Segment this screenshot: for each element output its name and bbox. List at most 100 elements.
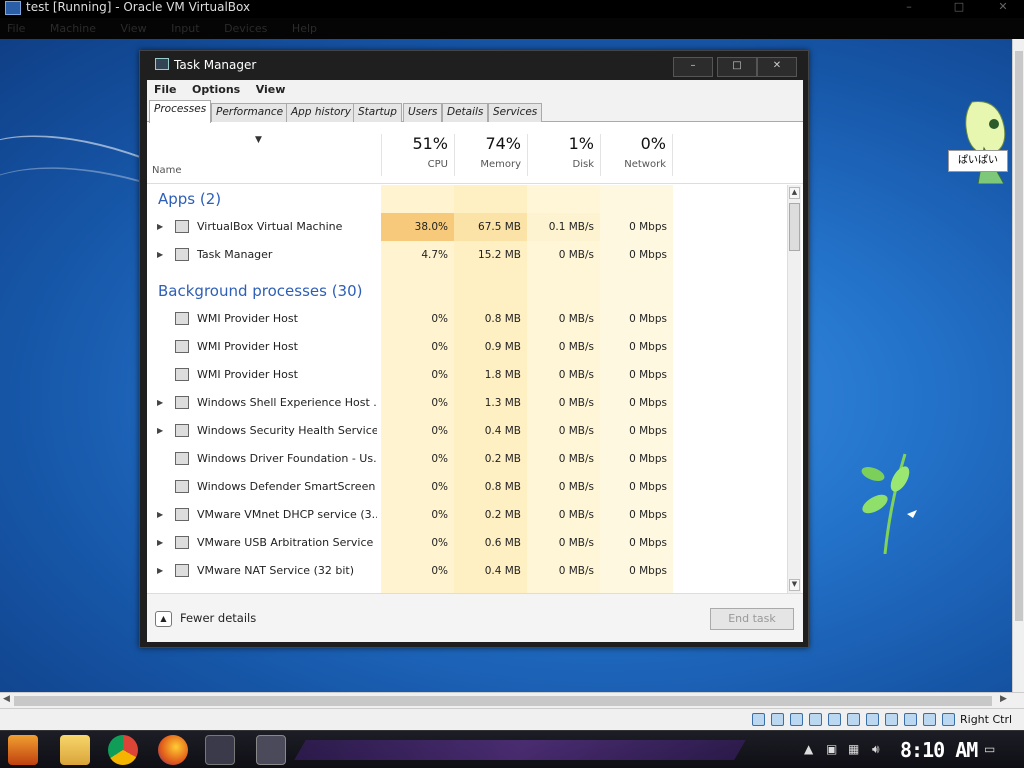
maximize-button[interactable]: □ bbox=[717, 57, 757, 77]
menu-options[interactable]: Options bbox=[192, 83, 240, 96]
process-disk: 0 MB/s bbox=[558, 565, 594, 577]
network-icon[interactable] bbox=[809, 713, 822, 726]
mouse-integration-icon[interactable] bbox=[942, 713, 955, 726]
expand-chevron-icon[interactable]: ▶ bbox=[157, 529, 163, 557]
scroll-down-icon[interactable]: ▼ bbox=[789, 579, 800, 591]
virtualbox-icon bbox=[5, 1, 21, 15]
fewer-details-label[interactable]: Fewer details bbox=[180, 611, 256, 625]
header-name[interactable]: Name bbox=[152, 165, 182, 176]
fewer-details-button[interactable]: ▲ bbox=[155, 611, 172, 627]
shared-folders-icon[interactable] bbox=[847, 713, 860, 726]
audio-icon[interactable] bbox=[790, 713, 803, 726]
sort-down-icon: ▼ bbox=[255, 135, 262, 145]
tab-strip: Processes Performance App history Startu… bbox=[147, 100, 803, 123]
header-disk[interactable]: 1% Disk bbox=[527, 134, 600, 176]
expand-chevron-icon[interactable]: ▶ bbox=[157, 417, 163, 445]
tab-app-history[interactable]: App history bbox=[286, 103, 356, 122]
display-icon[interactable] bbox=[866, 713, 879, 726]
scroll-right-icon[interactable]: ▶ bbox=[1000, 694, 1007, 704]
scroll-thumb[interactable] bbox=[1015, 51, 1023, 621]
header-network[interactable]: 0% Network bbox=[600, 134, 673, 176]
minimize-button[interactable]: – bbox=[673, 57, 713, 77]
expand-chevron-icon[interactable]: ▶ bbox=[157, 557, 163, 585]
network-total: 0% bbox=[640, 134, 666, 153]
process-row[interactable]: ▶ Windows Security Health Service 0% 0.4 MB… bbox=[147, 417, 787, 445]
process-memory: 1.8 MB bbox=[484, 369, 521, 381]
host-menu-devices[interactable]: Devices bbox=[224, 22, 267, 35]
process-row[interactable]: Windows Driver Foundation - Us... 0% 0.2 M… bbox=[147, 445, 787, 473]
scroll-thumb[interactable] bbox=[14, 696, 992, 706]
process-row[interactable]: ▶ Windows Shell Experience Host ... 0% 1.3 … bbox=[147, 389, 787, 417]
tab-startup[interactable]: Startup bbox=[353, 103, 402, 122]
column-headers: ▼ Name 51% CPU 74% Memory 1% Disk 0% Net… bbox=[147, 123, 803, 184]
host-menu-view[interactable]: View bbox=[120, 22, 146, 35]
process-list[interactable]: Apps (2) ▶ VirtualBox Virtual Machine 38.0%… bbox=[147, 185, 787, 593]
process-icon bbox=[175, 368, 189, 381]
file-explorer-icon[interactable] bbox=[60, 735, 90, 765]
host-menu-help[interactable]: Help bbox=[292, 22, 317, 35]
process-network: 0 Mbps bbox=[629, 341, 667, 353]
expand-chevron-icon[interactable]: ▶ bbox=[157, 501, 163, 529]
video-capture-icon[interactable] bbox=[885, 713, 898, 726]
tray-overflow-icon[interactable]: ▲ bbox=[804, 742, 813, 756]
taskbar-decoration bbox=[294, 740, 746, 760]
process-row[interactable]: WMI Provider Host 0% 1.8 MB 0 MB/s 0 Mbps bbox=[147, 361, 787, 389]
process-name: Task Manager bbox=[197, 248, 273, 261]
expand-chevron-icon[interactable]: ▶ bbox=[157, 213, 163, 241]
scroll-up-icon[interactable]: ▲ bbox=[789, 187, 800, 199]
process-cpu: 0% bbox=[431, 397, 448, 409]
task-manager-taskbar-icon[interactable] bbox=[256, 735, 286, 765]
tray-display-icon[interactable]: ▣ bbox=[826, 742, 837, 756]
tab-performance[interactable]: Performance bbox=[211, 103, 289, 122]
tab-details[interactable]: Details bbox=[442, 103, 489, 122]
taskbar-clock[interactable]: 8:10 AM bbox=[900, 738, 978, 762]
process-row[interactable]: ▶ VMware VMnet DHCP service (3... 0% 0.2 MB… bbox=[147, 501, 787, 529]
calculator-icon[interactable] bbox=[205, 735, 235, 765]
host-maximize-button[interactable]: □ bbox=[936, 0, 982, 18]
host-menu-file[interactable]: File bbox=[7, 22, 25, 35]
header-memory[interactable]: 74% Memory bbox=[454, 134, 527, 176]
usb-icon[interactable] bbox=[828, 713, 841, 726]
process-row[interactable]: ▶ Task Manager 4.7% 15.2 MB 0 MB/s 0 Mbps bbox=[147, 241, 787, 269]
tray-volume-icon[interactable]: 🔊︎ bbox=[872, 742, 880, 757]
header-cpu[interactable]: 51% CPU bbox=[381, 134, 454, 176]
host-horizontal-scrollbar[interactable]: ◀ ▶ bbox=[0, 692, 1024, 708]
action-center-icon[interactable]: ▭ bbox=[984, 742, 995, 756]
guest-taskbar: ▲ ▣ ▦ 🔊︎ 8:10 AM ▭ bbox=[0, 730, 1024, 768]
expand-chevron-icon[interactable]: ▶ bbox=[157, 241, 163, 269]
menu-file[interactable]: File bbox=[154, 83, 177, 96]
process-row[interactable]: WMI Provider Host 0% 0.8 MB 0 MB/s 0 Mbps bbox=[147, 305, 787, 333]
expand-chevron-icon[interactable]: ▶ bbox=[157, 389, 163, 417]
tab-processes[interactable]: Processes bbox=[149, 100, 212, 123]
chrome-icon[interactable] bbox=[108, 735, 138, 765]
host-minimize-button[interactable]: – bbox=[886, 0, 932, 18]
menubar: File Options View bbox=[147, 80, 803, 100]
scroll-left-icon[interactable]: ◀ bbox=[3, 694, 10, 704]
host-close-button[interactable]: ✕ bbox=[980, 0, 1024, 18]
process-row[interactable]: ▶ VMware NAT Service (32 bit) 0% 0.4 MB 0 MB… bbox=[147, 557, 787, 585]
menu-view[interactable]: View bbox=[256, 83, 286, 96]
hard-disk-icon[interactable] bbox=[752, 713, 765, 726]
tab-services[interactable]: Services bbox=[488, 103, 543, 122]
globe-icon[interactable] bbox=[923, 713, 936, 726]
tray-network-icon[interactable]: ▦ bbox=[848, 742, 859, 756]
task-manager-window[interactable]: Task Manager – □ ✕ File Options View Pro… bbox=[139, 50, 809, 648]
process-row[interactable]: ▶ VirtualBox Virtual Machine 38.0% 67.5 MB 0… bbox=[147, 213, 787, 241]
scroll-thumb[interactable] bbox=[789, 203, 800, 251]
process-row[interactable]: ▶ VMware USB Arbitration Service 0% 0.6 MB 0… bbox=[147, 529, 787, 557]
process-row[interactable]: Windows Defender SmartScreen 0% 0.8 MB 0 MB… bbox=[147, 473, 787, 501]
firefox-icon[interactable] bbox=[158, 735, 188, 765]
process-row[interactable]: WMI Provider Host 0% 0.9 MB 0 MB/s 0 Mbps bbox=[147, 333, 787, 361]
group-header: Apps (2) bbox=[147, 185, 787, 213]
host-menu-input[interactable]: Input bbox=[171, 22, 199, 35]
tab-users[interactable]: Users bbox=[403, 103, 443, 122]
background-group-title: Background processes (30) bbox=[158, 282, 363, 300]
end-task-button[interactable]: End task bbox=[710, 608, 794, 630]
process-list-scrollbar[interactable]: ▲ ▼ bbox=[787, 185, 801, 593]
host-vertical-scrollbar[interactable] bbox=[1012, 39, 1024, 692]
host-menu-machine[interactable]: Machine bbox=[50, 22, 96, 35]
cpu-activity-icon[interactable] bbox=[904, 713, 917, 726]
start-icon[interactable] bbox=[8, 735, 38, 765]
optical-drive-icon[interactable] bbox=[771, 713, 784, 726]
close-button[interactable]: ✕ bbox=[757, 57, 797, 77]
